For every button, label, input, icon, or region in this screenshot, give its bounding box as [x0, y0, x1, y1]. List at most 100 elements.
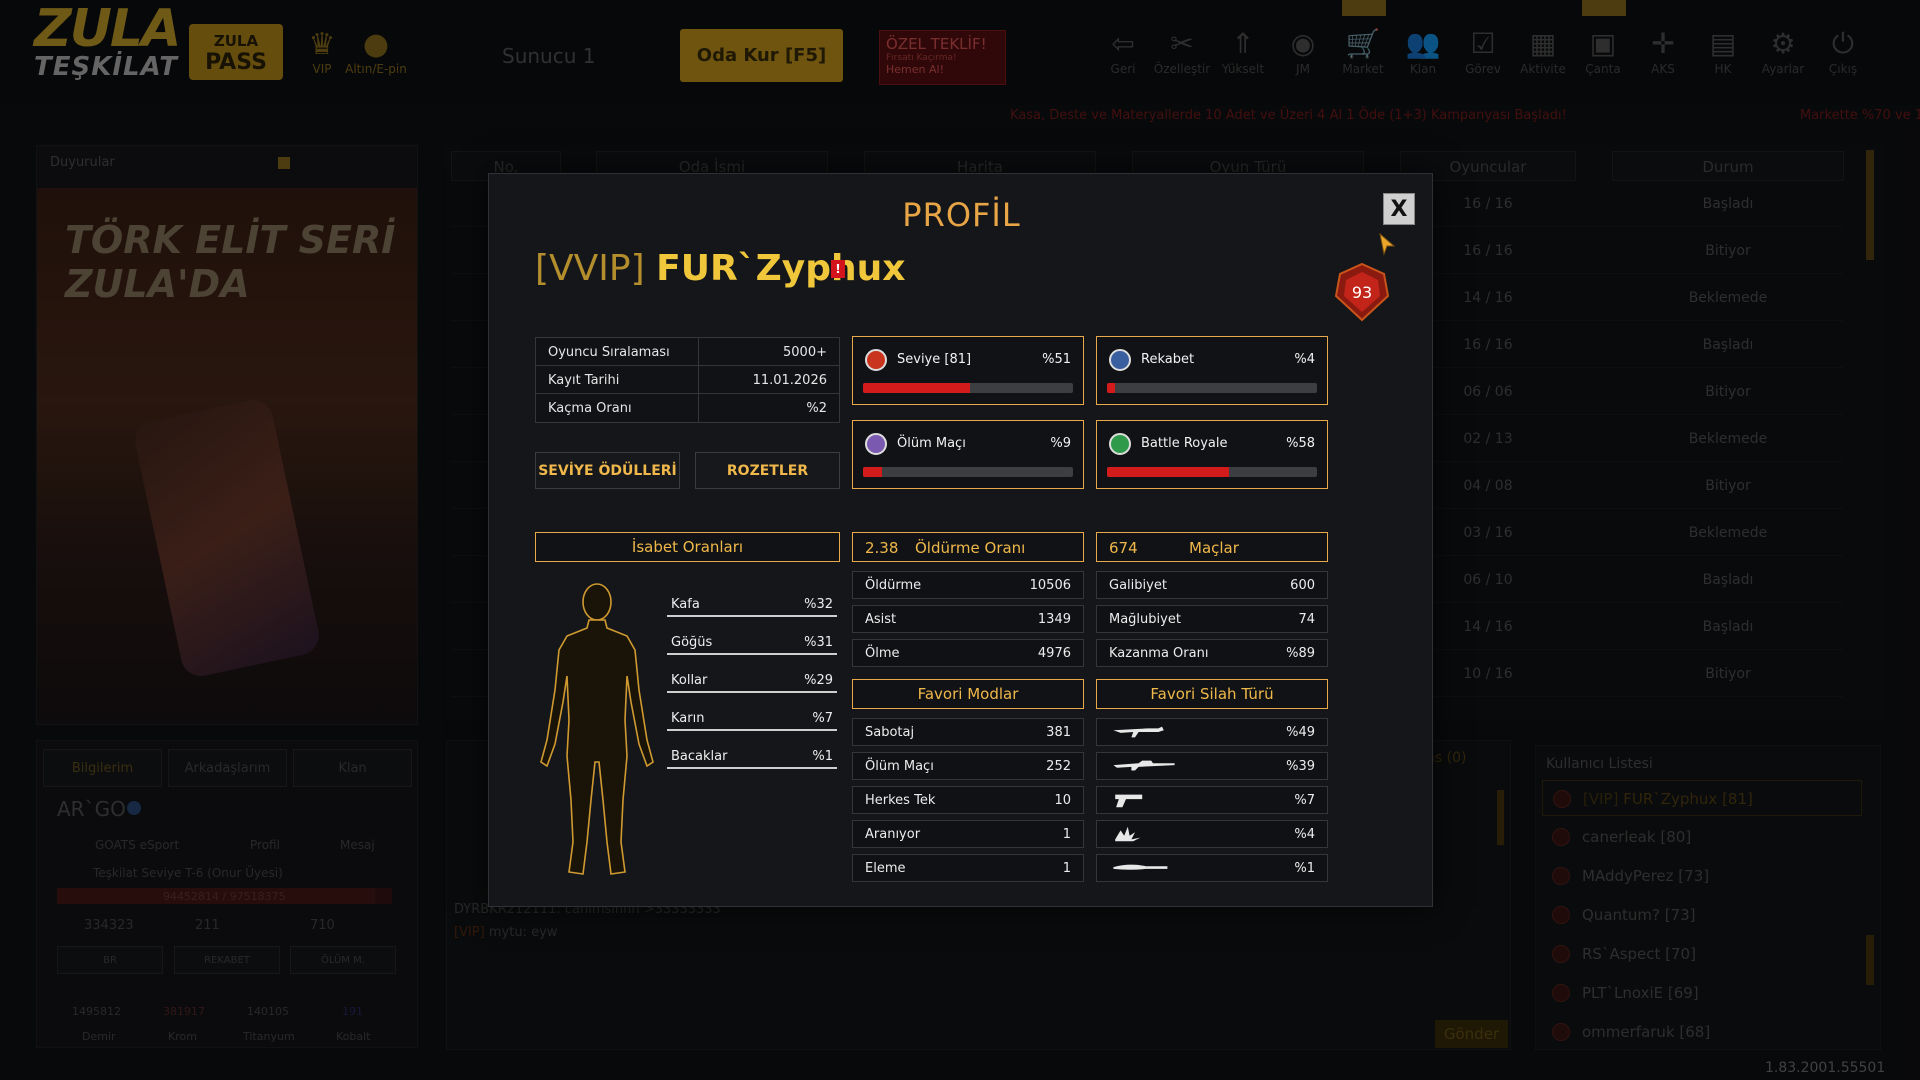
info-row: Oyuncu Sıralaması 5000+ — [535, 337, 840, 367]
mode-icon — [865, 349, 887, 371]
mode-progress-fill — [863, 467, 882, 477]
kdr-value: 2.38 — [865, 539, 899, 557]
info-row: Kaçma Oranı %2 — [535, 393, 840, 423]
fav-weapon-row: %7 — [1096, 786, 1328, 814]
mode-percent: %58 — [1286, 436, 1315, 451]
fav-mode-row: Aranıyor 1 — [852, 820, 1084, 848]
rank-badge-icon: 93 — [1334, 262, 1390, 322]
fav-weapon-percent: %49 — [1286, 725, 1315, 740]
fav-mode-name: Ölüm Maçı — [865, 759, 934, 774]
mode-label: Battle Royale — [1141, 436, 1228, 451]
hit-part: Göğüs — [671, 635, 713, 650]
fav-mode-count: 381 — [1046, 725, 1071, 740]
grenade-icon — [1115, 826, 1141, 842]
mode-percent: %51 — [1042, 352, 1071, 367]
fav-mode-count: 252 — [1046, 759, 1071, 774]
stat-key: Asist — [865, 612, 897, 627]
hit-part: Karın — [671, 711, 705, 726]
badges-button[interactable]: ROZETLER — [695, 452, 840, 489]
fav-weapon-row: %39 — [1096, 752, 1328, 780]
info-divider — [698, 338, 699, 366]
stat-value: %89 — [1286, 646, 1315, 661]
result-stat-row: Galibiyet 600 — [1096, 571, 1328, 599]
info-divider — [698, 366, 699, 394]
fav-mode-count: 10 — [1054, 793, 1071, 808]
fav-mode-row: Sabotaj 381 — [852, 718, 1084, 746]
mode-icon — [1109, 349, 1131, 371]
stat-value: 10506 — [1029, 578, 1071, 593]
hit-row: Göğüs %31 — [667, 633, 837, 655]
info-key: Oyuncu Sıralaması — [548, 345, 670, 360]
fav-weapon-row: %4 — [1096, 820, 1328, 848]
info-row: Kayıt Tarihi 11.01.2026 — [535, 365, 840, 395]
mode-progress-fill — [1107, 467, 1229, 477]
fav-mode-name: Aranıyor — [865, 827, 921, 842]
info-value: %2 — [806, 401, 827, 416]
result-stat-row: Mağlubiyet 74 — [1096, 605, 1328, 633]
fav-weapon-percent: %39 — [1286, 759, 1315, 774]
stat-key: Mağlubiyet — [1109, 612, 1181, 627]
level-rewards-button[interactable]: SEVİYE ÖDÜLLERİ — [535, 452, 680, 489]
fav-weapon-row: %1 — [1096, 854, 1328, 882]
mode-icon — [1109, 433, 1131, 455]
mode-card: Seviye [81] %51 — [852, 336, 1084, 405]
hit-percent: %7 — [812, 711, 833, 726]
mode-label: Rekabet — [1141, 352, 1195, 367]
modal-title: PROFİL — [902, 196, 1021, 234]
hit-part: Kafa — [671, 597, 700, 612]
info-key: Kaçma Oranı — [548, 401, 632, 416]
mode-card: Rekabet %4 — [1096, 336, 1328, 405]
stat-value: 4976 — [1037, 646, 1071, 661]
fav-weapon-percent: %1 — [1294, 861, 1315, 876]
mode-card: Battle Royale %58 — [1096, 420, 1328, 489]
fav-weapon-row: %49 — [1096, 718, 1328, 746]
stat-key: Kazanma Oranı — [1109, 646, 1209, 661]
mode-progress-bar — [863, 383, 1073, 393]
mode-label: Seviye [81] — [897, 352, 972, 367]
body-silhouette-icon — [540, 583, 654, 875]
matches-header: 674 Maçlar — [1096, 532, 1328, 562]
profile-modal: PROFİL X [VVIP] FUR`Zyphux ! 93 Oyuncu S… — [488, 173, 1433, 907]
hit-percent: %31 — [804, 635, 833, 650]
matches-value: 674 — [1109, 539, 1138, 557]
mouse-cursor-icon — [1379, 232, 1396, 256]
vip-tag: [VVIP] — [535, 248, 645, 289]
mode-progress-fill — [1107, 383, 1116, 393]
stat-key: Ölme — [865, 646, 900, 661]
rifle-icon — [1113, 726, 1164, 738]
fav-modes-header: Favori Modlar — [852, 679, 1084, 709]
info-key: Kayıt Tarihi — [548, 373, 620, 388]
rank-number: 93 — [1352, 283, 1372, 302]
fav-mode-row: Herkes Tek 10 — [852, 786, 1084, 814]
fav-weapon-percent: %7 — [1294, 793, 1315, 808]
hit-percent: %1 — [812, 749, 833, 764]
fav-mode-name: Sabotaj — [865, 725, 915, 740]
kdr-header: 2.38 Öldürme Oranı — [852, 532, 1084, 562]
close-button[interactable]: X — [1383, 193, 1415, 225]
hit-part: Bacaklar — [671, 749, 728, 764]
kill-stat-row: Asist 1349 — [852, 605, 1084, 633]
matches-label: Maçlar — [1189, 539, 1239, 557]
report-icon[interactable]: ! — [831, 260, 845, 278]
mode-progress-bar — [1107, 383, 1317, 393]
mode-progress-bar — [863, 467, 1073, 477]
info-value: 5000+ — [783, 345, 827, 360]
mode-progress-bar — [1107, 467, 1317, 477]
mode-percent: %9 — [1050, 436, 1071, 451]
stat-key: Öldürme — [865, 578, 922, 593]
info-value: 11.01.2026 — [752, 373, 827, 388]
hit-part: Kollar — [671, 673, 708, 688]
fav-weapon-percent: %4 — [1294, 827, 1315, 842]
hit-row: Karın %7 — [667, 709, 837, 731]
fav-mode-row: Eleme 1 — [852, 854, 1084, 882]
sniper-icon — [1113, 760, 1175, 771]
hit-row: Kollar %29 — [667, 671, 837, 693]
mode-label: Ölüm Maçı — [897, 436, 966, 451]
kill-stat-row: Ölme 4976 — [852, 639, 1084, 667]
result-stat-row: Kazanma Oranı %89 — [1096, 639, 1328, 667]
profile-player-name: [VVIP] FUR`Zyphux — [535, 248, 906, 289]
kdr-label: Öldürme Oranı — [915, 539, 1026, 557]
stat-key: Galibiyet — [1109, 578, 1167, 593]
hit-row: Kafa %32 — [667, 595, 837, 617]
info-divider — [698, 394, 699, 422]
